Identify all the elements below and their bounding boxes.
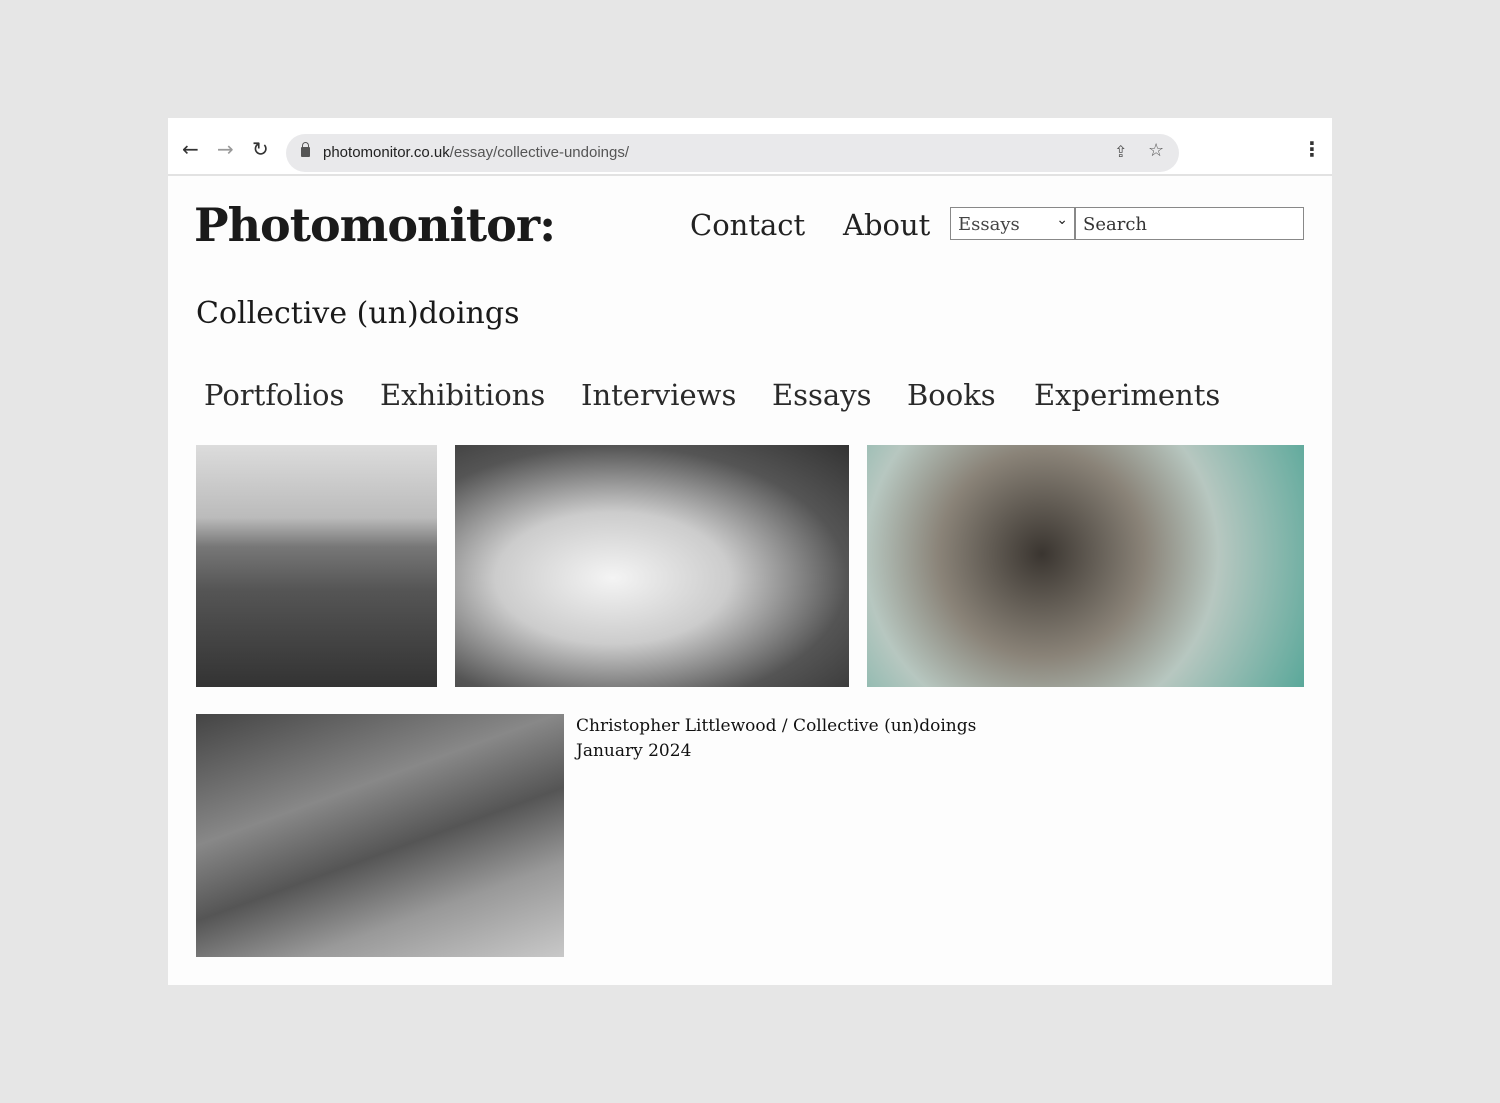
article-date: January 2024 (576, 741, 692, 761)
photo-splashing-waves[interactable] (455, 445, 849, 687)
category-interviews[interactable]: Interviews (581, 378, 736, 412)
nav-contact[interactable]: Contact (690, 208, 805, 242)
category-portfolios[interactable]: Portfolios (204, 378, 344, 412)
reload-button[interactable]: ↻ (252, 139, 269, 159)
forward-button[interactable]: → (217, 139, 234, 159)
search-input[interactable]: Search (1075, 207, 1304, 240)
bookmark-star-icon[interactable]: ☆ (1148, 140, 1164, 161)
back-button[interactable]: ← (182, 139, 199, 159)
photo-crowd-city[interactable] (196, 445, 437, 687)
browser-toolbar: ← → ↻ photomonitor.co.uk/essay/collectiv… (168, 118, 1332, 176)
chevron-down-icon: ⌄ (1056, 212, 1068, 228)
browser-window: ← → ↻ photomonitor.co.uk/essay/collectiv… (168, 118, 1332, 985)
nav-about[interactable]: About (843, 208, 930, 242)
category-books[interactable]: Books (907, 378, 996, 412)
photo-rocky-shore-gathering[interactable] (196, 714, 564, 957)
category-exhibitions[interactable]: Exhibitions (380, 378, 545, 412)
select-value: Essays (958, 214, 1020, 235)
url-path: /essay/collective-undoings/ (449, 144, 630, 161)
lock-icon (301, 142, 310, 157)
category-essays[interactable]: Essays (772, 378, 872, 412)
url-domain: photomonitor.co.uk (323, 144, 450, 161)
share-icon[interactable]: ⇪ (1114, 142, 1127, 161)
category-select[interactable]: Essays ⌄ (950, 207, 1075, 240)
browser-menu-icon[interactable]: ⋮ (1302, 139, 1322, 159)
photo-aerial-beach-crowd[interactable] (867, 445, 1304, 687)
site-logo[interactable]: Photomonitor: (194, 198, 556, 252)
category-experiments[interactable]: Experiments (1034, 378, 1220, 412)
article-caption[interactable]: Christopher Littlewood / Collective (un)… (576, 714, 976, 764)
page-title: Collective (un)doings (196, 296, 520, 331)
address-bar[interactable]: photomonitor.co.uk/essay/collective-undo… (286, 134, 1179, 172)
article-title[interactable]: Christopher Littlewood / Collective (un)… (576, 714, 976, 739)
